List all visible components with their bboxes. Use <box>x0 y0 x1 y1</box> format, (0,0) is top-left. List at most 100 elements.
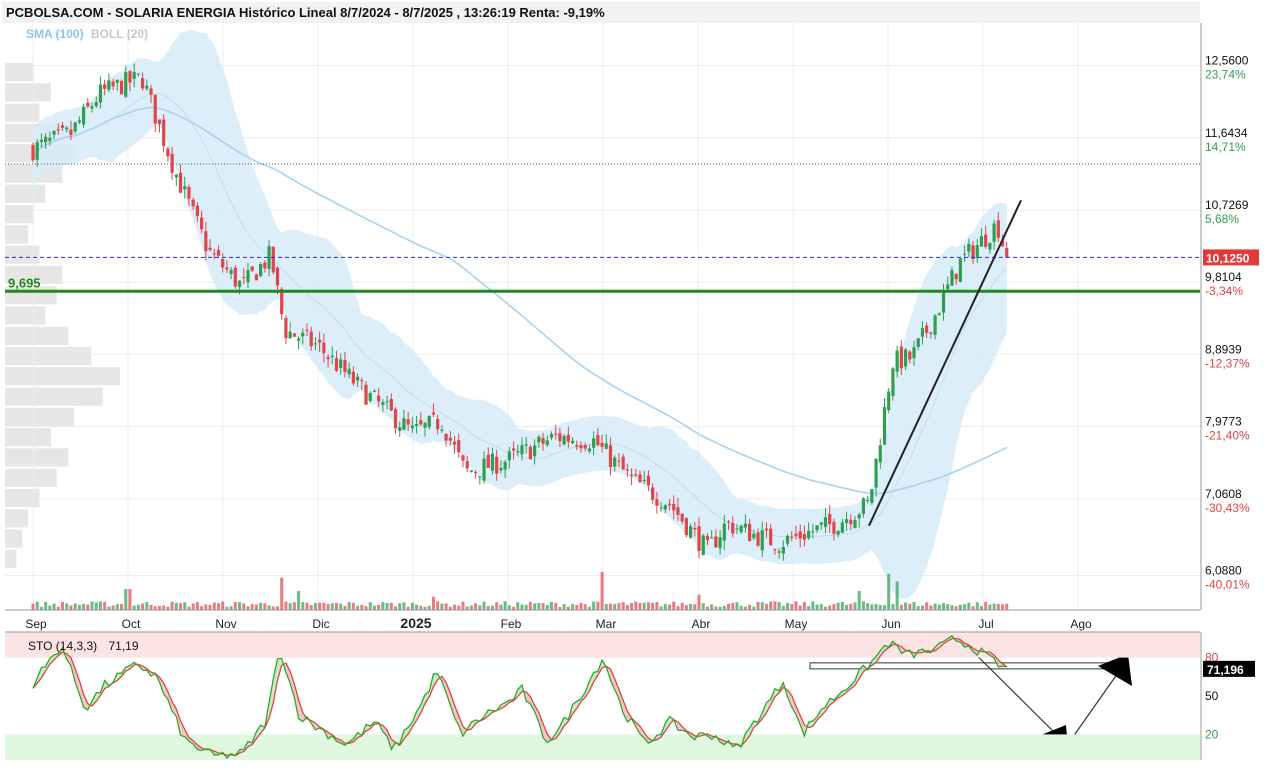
candle-body <box>250 266 254 271</box>
candle-body <box>558 433 562 442</box>
candle-body <box>853 519 857 528</box>
volume-bar <box>516 602 520 610</box>
candle-body <box>398 427 402 431</box>
candle-body <box>461 455 465 461</box>
candle-body <box>225 267 229 270</box>
volume-bar <box>697 594 701 610</box>
candle-body <box>524 444 528 446</box>
candle-body <box>402 418 406 430</box>
y-tick-pct: 5,68% <box>1205 212 1239 226</box>
volume-bar <box>482 601 486 610</box>
candle-body <box>604 443 608 449</box>
volume-bar <box>663 603 667 610</box>
candle-body <box>638 474 642 483</box>
candle-body <box>313 343 318 345</box>
volume-bar <box>343 605 347 610</box>
candle-body <box>322 342 326 354</box>
candle-body <box>204 231 208 252</box>
volume-bar <box>330 603 334 610</box>
volume-bar <box>94 602 98 610</box>
y-tick-pct: -40,01% <box>1205 577 1250 591</box>
volume-profile-bar <box>5 367 120 386</box>
y-tick-label: 7,0608 <box>1205 487 1242 501</box>
sto-current-label: 71,196 <box>1207 663 1244 677</box>
candle-body <box>233 267 237 287</box>
candle-body <box>726 521 731 523</box>
volume-bar <box>271 606 275 610</box>
volume-profile-bar <box>5 306 46 325</box>
volume-bar <box>651 602 655 610</box>
candle-body <box>583 445 587 449</box>
volume-bar <box>431 596 435 610</box>
volume-bar <box>638 602 642 610</box>
volume-bar <box>474 603 478 610</box>
candle-body <box>427 415 431 428</box>
candle-body <box>735 528 739 530</box>
candle-body <box>798 531 802 539</box>
volume-bar <box>204 604 208 610</box>
candle-body <box>903 349 908 367</box>
volume-bar <box>621 602 625 610</box>
volume-bar <box>533 603 537 610</box>
candle-body <box>242 276 246 278</box>
volume-bar <box>583 604 587 610</box>
legend-sma: SMA (100) <box>26 27 84 41</box>
volume-bar <box>655 602 659 610</box>
volume-bar <box>174 602 178 610</box>
volume-bar <box>132 605 136 610</box>
volume-bar <box>305 602 309 610</box>
volume-bar <box>942 603 946 610</box>
y-tick-label: 12,5600 <box>1205 54 1249 68</box>
volume-bar <box>786 602 790 610</box>
candle-body <box>764 528 769 531</box>
x-tick-label: Jul <box>978 617 993 631</box>
volume-profile-bar <box>5 509 28 528</box>
candle-body <box>625 469 629 471</box>
candle-body <box>701 535 705 556</box>
volume-bar <box>149 604 153 610</box>
volume-bar <box>811 601 815 610</box>
candle-body <box>296 338 301 341</box>
candle-body <box>979 236 984 247</box>
volume-bar <box>992 603 996 610</box>
candle-body <box>292 333 296 337</box>
candle-body <box>39 139 44 142</box>
volume-bar <box>436 601 440 610</box>
volume-bar <box>950 605 954 610</box>
candle-body <box>221 259 225 268</box>
candle-body <box>166 148 170 157</box>
y-tick-label: 7,9773 <box>1205 415 1242 429</box>
candle-body <box>1005 248 1009 258</box>
candle-body <box>452 441 457 445</box>
volume-bar <box>288 603 292 610</box>
volume-bar <box>351 602 355 610</box>
volume-bar <box>115 604 119 610</box>
volume-bar <box>284 601 288 610</box>
candle-body <box>237 280 242 288</box>
volume-bar <box>545 605 549 610</box>
volume-profile-bar <box>5 245 40 264</box>
volume-bar <box>82 604 86 610</box>
candle-body <box>743 523 747 528</box>
volume-bar <box>912 601 916 610</box>
candle-body <box>56 129 60 131</box>
volume-bar <box>710 604 714 610</box>
candle-body <box>465 461 469 469</box>
volume-bar <box>495 602 499 610</box>
candle-body <box>149 88 153 95</box>
candle-body <box>680 513 684 522</box>
x-tick-label: May <box>785 617 808 631</box>
candle-body <box>511 448 516 451</box>
volume-bar <box>520 604 524 610</box>
candle-body <box>90 106 94 109</box>
candle-body <box>507 451 511 461</box>
volume-bar <box>183 602 187 610</box>
y-tick-pct: 14,71% <box>1205 140 1246 154</box>
candle-body <box>760 530 764 551</box>
candle-body <box>882 407 887 445</box>
candle-body <box>309 331 313 347</box>
volume-bar <box>625 605 629 610</box>
candle-body <box>153 94 157 124</box>
volume-bar <box>819 604 823 610</box>
volume-bar <box>221 601 225 610</box>
